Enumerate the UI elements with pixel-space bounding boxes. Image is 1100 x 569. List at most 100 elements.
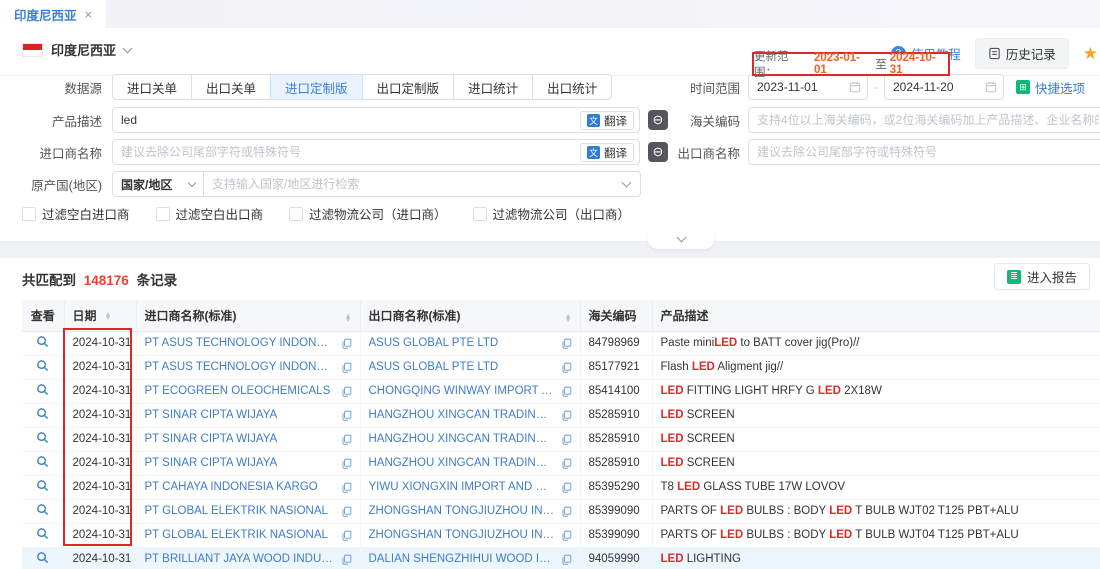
favorite-star-icon[interactable]: ★ xyxy=(1083,44,1098,64)
origin-search-field[interactable] xyxy=(204,172,623,196)
table-row[interactable]: 2024-10-31PT ASUS TECHNOLOGY INDONESIA B… xyxy=(22,355,1100,379)
copy-icon[interactable] xyxy=(341,386,352,397)
table-row[interactable]: 2024-10-31PT ECOGREEN OLEOCHEMICALSCHONG… xyxy=(22,379,1100,403)
copy-icon[interactable] xyxy=(561,482,572,493)
importer-link[interactable]: PT GLOBAL ELEKTRIK NASIONAL xyxy=(145,505,328,517)
header-exporter[interactable]: 出口商名称(标准)▲▼ xyxy=(360,300,580,331)
exporter-link[interactable]: DALIAN SHENGZHIHUI WOOD INDUST... xyxy=(369,553,555,565)
product-desc-field[interactable] xyxy=(113,108,639,132)
enter-report-button[interactable]: ≣ 进入报告 xyxy=(994,263,1090,290)
date-to-field[interactable] xyxy=(885,75,985,99)
table-row[interactable]: 2024-10-31PT SINAR CIPTA WIJAYAHANGZHOU … xyxy=(22,451,1100,475)
copy-icon[interactable] xyxy=(341,530,352,541)
copy-icon[interactable] xyxy=(341,362,352,373)
copy-icon[interactable] xyxy=(561,410,572,421)
exporter-link[interactable]: HANGZHOU XINGCAN TRADING CO LTD xyxy=(369,433,555,445)
view-icon[interactable] xyxy=(36,407,49,420)
table-row[interactable]: 2024-10-31PT SINAR CIPTA WIJAYAHANGZHOU … xyxy=(22,403,1100,427)
copy-icon[interactable] xyxy=(561,338,572,349)
copy-icon[interactable] xyxy=(341,338,352,349)
exporter-link[interactable]: ASUS GLOBAL PTE LTD xyxy=(369,337,499,349)
origin-type-select[interactable]: 国家/地区 xyxy=(112,171,204,197)
checkbox-icon[interactable] xyxy=(156,207,170,221)
translate-button[interactable]: 文 翻译 xyxy=(580,111,634,130)
exporter-link[interactable]: CHONGQING WINWAY IMPORT AND E... xyxy=(369,385,555,397)
exporter-link[interactable]: HANGZHOU XINGCAN TRADING CO LTD xyxy=(369,457,555,469)
checkbox-filter-logistics-exporter[interactable]: 过滤物流公司（出口商） xyxy=(473,204,631,223)
checkbox-filter-blank-importer[interactable]: 过滤空白进口商 xyxy=(22,204,130,223)
view-icon[interactable] xyxy=(36,527,49,540)
exporter-input[interactable] xyxy=(748,139,1100,165)
table-row[interactable]: 2024-10-31PT CAHAYA INDONESIA KARGOYIWU … xyxy=(22,475,1100,499)
copy-icon[interactable] xyxy=(341,482,352,493)
checkbox-icon[interactable] xyxy=(22,207,36,221)
copy-icon[interactable] xyxy=(341,410,352,421)
view-icon[interactable] xyxy=(36,335,49,348)
importer-input[interactable]: 文 翻译 xyxy=(112,139,640,165)
copy-icon[interactable] xyxy=(341,434,352,445)
tab-import-stats[interactable]: 进口统计 xyxy=(453,74,533,100)
importer-link[interactable]: PT SINAR CIPTA WIJAYA xyxy=(145,409,278,421)
view-icon[interactable] xyxy=(36,455,49,468)
view-icon[interactable] xyxy=(36,503,49,516)
importer-link[interactable]: PT GLOBAL ELEKTRIK NASIONAL xyxy=(145,529,328,541)
hs-code-input[interactable] xyxy=(748,107,1100,133)
checkbox-icon[interactable] xyxy=(473,207,487,221)
tab-import-declaration[interactable]: 进口关单 xyxy=(112,74,192,100)
view-icon[interactable] xyxy=(36,431,49,444)
copy-icon[interactable] xyxy=(341,554,352,565)
tab-export-custom[interactable]: 出口定制版 xyxy=(362,74,455,100)
product-desc-input[interactable]: 文 翻译 xyxy=(112,107,640,133)
copy-icon[interactable] xyxy=(341,458,352,469)
table-row[interactable]: 2024-10-31PT GLOBAL ELEKTRIK NASIONALZHO… xyxy=(22,523,1100,547)
copy-icon[interactable] xyxy=(561,554,572,565)
collapse-form-button[interactable] xyxy=(648,230,714,249)
tab-export-stats[interactable]: 出口统计 xyxy=(532,74,612,100)
origin-search-input[interactable] xyxy=(203,171,641,197)
table-row[interactable]: 2024-10-31PT ASUS TECHNOLOGY INDONESIA B… xyxy=(22,331,1100,355)
copy-icon[interactable] xyxy=(341,506,352,517)
date-to-input[interactable] xyxy=(884,74,1004,100)
country-selector[interactable]: 印度尼西亚 xyxy=(22,40,131,59)
exporter-field[interactable] xyxy=(749,140,1100,164)
importer-link[interactable]: PT BRILLIANT JAYA WOOD INDUSTRY xyxy=(145,553,335,565)
importer-link[interactable]: PT ASUS TECHNOLOGY INDONESIA BA... xyxy=(145,361,335,373)
close-icon[interactable]: × xyxy=(85,7,93,22)
history-button[interactable]: 历史记录 xyxy=(975,38,1069,69)
copy-icon[interactable] xyxy=(561,458,572,469)
table-row[interactable]: 2024-10-31PT SINAR CIPTA WIJAYAHANGZHOU … xyxy=(22,427,1100,451)
copy-icon[interactable] xyxy=(561,386,572,397)
importer-link[interactable]: PT SINAR CIPTA WIJAYA xyxy=(145,433,278,445)
importer-link[interactable]: PT CAHAYA INDONESIA KARGO xyxy=(145,481,318,493)
view-icon[interactable] xyxy=(36,551,49,564)
tab-indonesia[interactable]: 印度尼西亚 × xyxy=(0,0,106,28)
tab-export-declaration[interactable]: 出口关单 xyxy=(191,74,271,100)
table-row[interactable]: 2024-10-31PT BRILLIANT JAYA WOOD INDUSTR… xyxy=(22,547,1100,569)
importer-link[interactable]: PT ASUS TECHNOLOGY INDONESIA BA... xyxy=(145,337,335,349)
checkbox-filter-blank-exporter[interactable]: 过滤空白出口商 xyxy=(156,204,264,223)
header-importer[interactable]: 进口商名称(标准)▲▼ xyxy=(136,300,360,331)
importer-link[interactable]: PT ECOGREEN OLEOCHEMICALS xyxy=(145,385,331,397)
table-row[interactable]: 2024-10-31PT GLOBAL ELEKTRIK NASIONALZHO… xyxy=(22,499,1100,523)
checkbox-filter-logistics-importer[interactable]: 过滤物流公司（进口商） xyxy=(289,204,447,223)
hs-code-field[interactable] xyxy=(749,108,1100,132)
sort-icon[interactable]: ▲▼ xyxy=(345,315,352,323)
exporter-link[interactable]: YIWU XIONGXIN IMPORT AND EXPORT... xyxy=(369,481,555,493)
exporter-link[interactable]: ZHONGSHAN TONGJIUZHOU INTERNA... xyxy=(369,505,555,517)
importer-link[interactable]: PT SINAR CIPTA WIJAYA xyxy=(145,457,278,469)
quick-options-link[interactable]: ⊞ 快捷选项 xyxy=(1016,78,1085,97)
view-icon[interactable] xyxy=(36,383,49,396)
copy-icon[interactable] xyxy=(561,434,572,445)
copy-icon[interactable] xyxy=(561,362,572,373)
exporter-link[interactable]: HANGZHOU XINGCAN TRADING CO LTD xyxy=(369,409,555,421)
tab-import-custom[interactable]: 进口定制版 xyxy=(270,74,363,100)
translate-button[interactable]: 文 翻译 xyxy=(580,143,634,162)
sort-icon[interactable]: ▲▼ xyxy=(565,315,572,323)
copy-icon[interactable] xyxy=(561,506,572,517)
header-date[interactable]: 日期▲▼ xyxy=(64,300,136,331)
copy-icon[interactable] xyxy=(561,530,572,541)
view-icon[interactable] xyxy=(36,479,49,492)
view-icon[interactable] xyxy=(36,359,49,372)
sort-icon[interactable]: ▲▼ xyxy=(105,313,112,321)
checkbox-icon[interactable] xyxy=(289,207,303,221)
